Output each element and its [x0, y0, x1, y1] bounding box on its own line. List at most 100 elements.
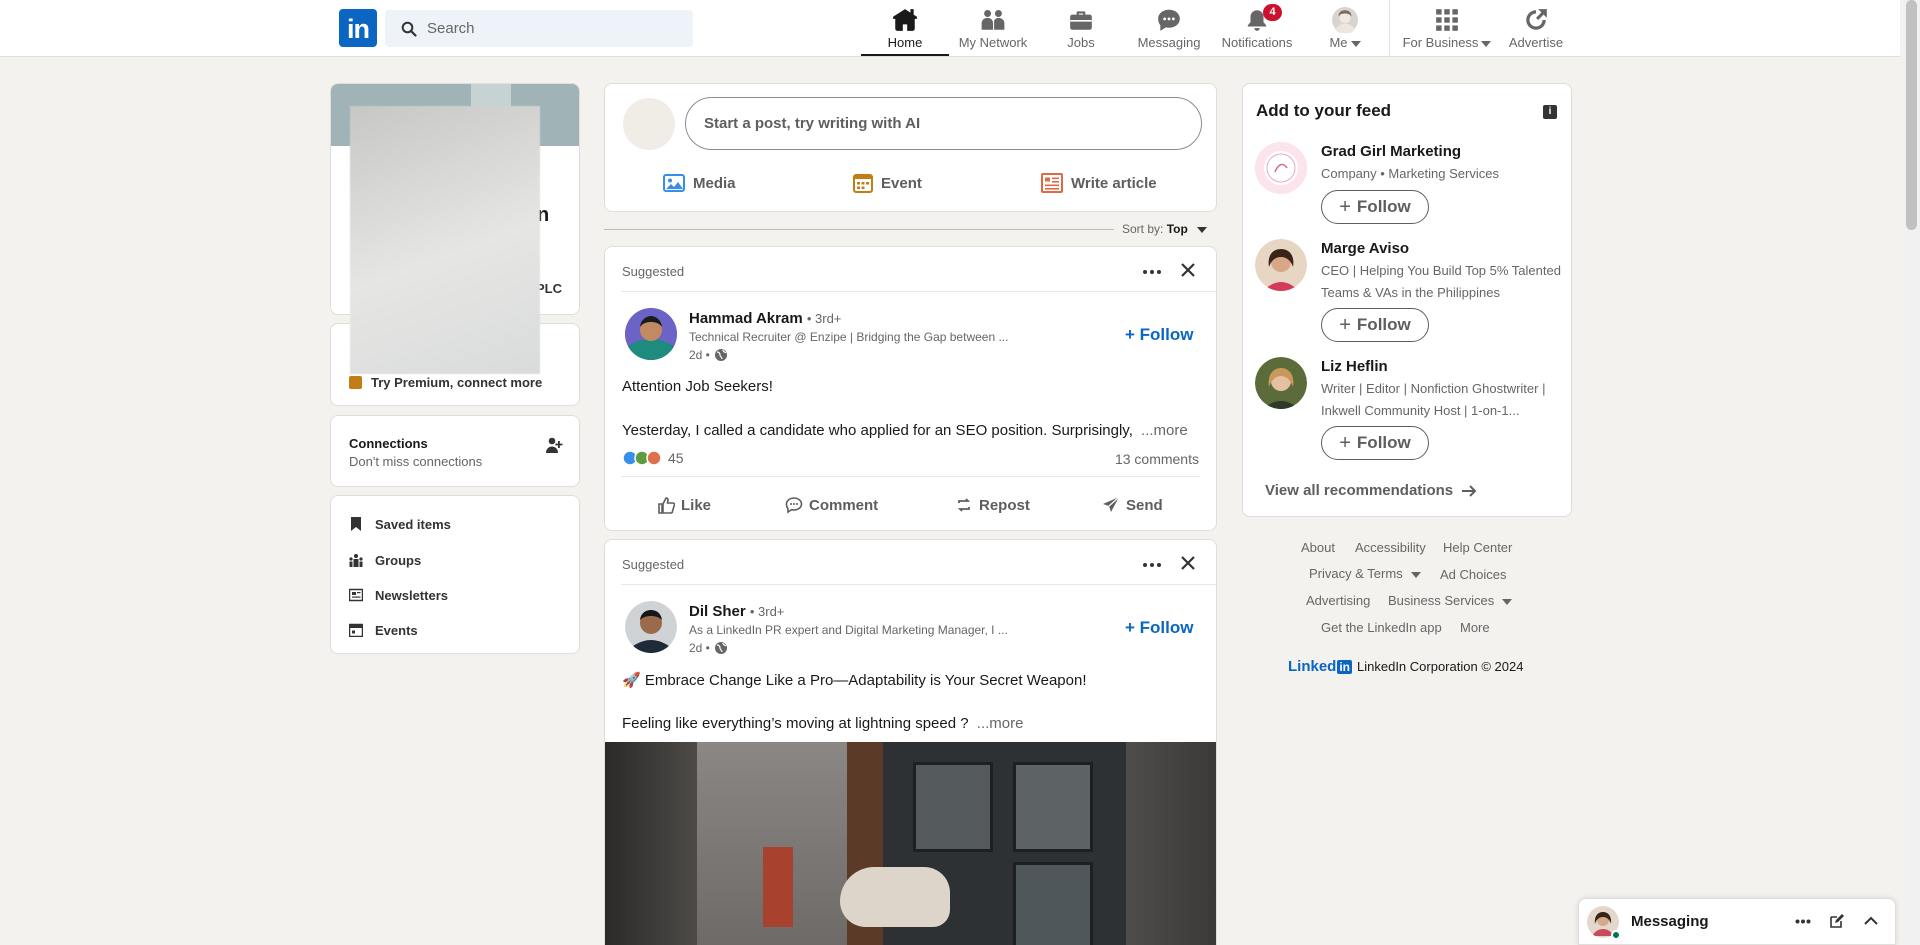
author-headline: Technical Recruiter @ Enzipe | Bridging … — [689, 330, 1009, 344]
media-label: Media — [693, 174, 736, 192]
nav-for-business[interactable]: For Business — [1395, 0, 1499, 56]
write-article-button[interactable]: Write article — [1041, 159, 1157, 207]
footer-business-services[interactable]: Business Services — [1388, 593, 1513, 608]
connections-card[interactable]: Connections Don't miss connections — [330, 415, 580, 487]
chevron-down-icon — [1350, 40, 1361, 47]
image-icon — [663, 174, 685, 192]
send-button[interactable]: Send — [1102, 482, 1163, 528]
video-letterbox — [605, 742, 697, 945]
event-button[interactable]: Event — [853, 159, 922, 207]
reactions-number: 45 — [668, 450, 684, 466]
nav-advertise[interactable]: Advertise — [1499, 0, 1573, 56]
footer-help-center[interactable]: Help Center — [1443, 540, 1512, 555]
newsletters-link[interactable]: Newsletters — [349, 585, 448, 605]
comments-count[interactable]: 13 comments — [1115, 451, 1199, 467]
author-name[interactable]: Dil Sher • 3rd+ — [689, 603, 784, 620]
follow-button[interactable]: + Follow — [1321, 308, 1429, 342]
premium-icon — [349, 376, 362, 389]
view-all-label: View all recommendations — [1265, 482, 1454, 499]
connection-degree: • 3rd+ — [806, 311, 842, 326]
messaging-dock[interactable]: Messaging — [1578, 898, 1896, 945]
rec-description: Writer | Editor | Nonfiction Ghostwriter… — [1321, 381, 1546, 418]
bookmark-icon — [351, 517, 361, 531]
sort-dropdown[interactable]: Sort by: Top — [1122, 222, 1208, 236]
rec-name[interactable]: Marge Aviso — [1321, 240, 1409, 257]
feed-post: Suggested Dil Sher • 3rd+ As a LinkedIn … — [604, 539, 1217, 945]
more-options-icon[interactable] — [1142, 562, 1162, 568]
media-button[interactable]: Media — [663, 159, 736, 207]
write-article-label: Write article — [1071, 174, 1157, 192]
rec-name[interactable]: Grad Girl Marketing — [1321, 143, 1461, 160]
events-link[interactable]: Events — [349, 620, 418, 640]
follow-button[interactable]: + Follow — [1321, 426, 1429, 460]
scrollbar-thumb[interactable] — [1906, 0, 1917, 230]
post-composer: Start a post, try writing with AI Media … — [604, 83, 1217, 212]
post-label: Suggested — [622, 557, 685, 572]
see-more-link[interactable]: ...more — [1141, 422, 1188, 439]
post-time: 2d • — [689, 641, 710, 655]
groups-link[interactable]: Groups — [349, 550, 421, 570]
premium-link[interactable]: Try Premium, connect more — [371, 375, 542, 390]
online-status-dot — [1611, 930, 1621, 940]
author-avatar[interactable] — [625, 601, 677, 653]
search-input[interactable] — [427, 10, 687, 47]
post-video[interactable] — [605, 742, 1216, 945]
add-person-icon[interactable] — [545, 436, 563, 454]
more-options-icon[interactable] — [1142, 269, 1162, 275]
follow-label: Follow — [1356, 197, 1411, 216]
close-icon[interactable] — [1180, 555, 1196, 571]
video-panel — [1013, 862, 1093, 945]
footer-get-app[interactable]: Get the LinkedIn app — [1321, 620, 1442, 635]
view-all-recommendations[interactable]: View all recommendations — [1265, 482, 1477, 499]
reactions-count[interactable]: 45 — [622, 450, 684, 466]
add-to-feed-card: Add to your feed i Grad Girl Marketing C… — [1242, 83, 1572, 517]
nav-messaging[interactable]: Messaging — [1125, 0, 1213, 56]
nav-me[interactable]: Me — [1301, 0, 1389, 56]
author-name[interactable]: Hammad Akram • 3rd+ — [689, 310, 841, 327]
footer-about[interactable]: About — [1301, 540, 1335, 555]
author-avatar[interactable] — [625, 308, 677, 360]
plus-icon: + — [1339, 314, 1351, 336]
chevron-down-icon — [1502, 598, 1513, 605]
search-icon — [401, 21, 417, 37]
info-icon[interactable]: i — [1543, 105, 1557, 119]
like-button[interactable]: Like — [657, 482, 711, 528]
composer-avatar[interactable] — [623, 98, 675, 150]
top-nav-bar: in Home My Network Jobs Messaging 4 Noti… — [0, 0, 1900, 57]
nav-home-label: Home — [887, 35, 923, 50]
chevron-up-icon[interactable] — [1863, 914, 1879, 926]
profile-photo-blurred — [350, 106, 540, 374]
nav-jobs[interactable]: Jobs — [1037, 0, 1125, 56]
footer-ad-choices[interactable]: Ad Choices — [1440, 567, 1506, 582]
linkedin-logo[interactable]: in — [339, 9, 377, 47]
groups-icon — [349, 554, 363, 567]
page-scrollbar[interactable] — [1903, 0, 1920, 945]
saved-items-link[interactable]: Saved items — [349, 514, 451, 534]
nav-notifications[interactable]: 4 Notifications — [1213, 0, 1301, 56]
repost-button[interactable]: Repost — [955, 482, 1030, 528]
nav-my-network[interactable]: My Network — [949, 0, 1037, 56]
rec-avatar[interactable] — [1255, 239, 1307, 291]
follow-button[interactable]: + Follow — [1321, 190, 1429, 224]
footer-advertising[interactable]: Advertising — [1306, 593, 1370, 608]
start-post-button[interactable]: Start a post, try writing with AI — [685, 97, 1202, 150]
follow-button[interactable]: + Follow — [1125, 325, 1193, 345]
more-options-icon[interactable] — [1795, 919, 1811, 924]
rec-avatar[interactable] — [1255, 142, 1307, 194]
footer-more[interactable]: More — [1460, 620, 1490, 635]
search-box[interactable] — [385, 10, 693, 47]
author-photo — [625, 308, 677, 360]
nav-home[interactable]: Home — [861, 0, 949, 56]
send-label: Send — [1126, 496, 1163, 514]
footer-privacy[interactable]: Privacy & Terms — [1309, 566, 1421, 581]
rec-name[interactable]: Liz Heflin — [1321, 358, 1388, 375]
footer-accessibility[interactable]: Accessibility — [1355, 540, 1426, 555]
follow-button[interactable]: + Follow — [1125, 618, 1193, 638]
copyright-text: LinkedIn Corporation © 2024 — [1357, 659, 1524, 674]
compose-icon[interactable] — [1829, 913, 1845, 929]
rec-avatar[interactable] — [1255, 357, 1307, 409]
comment-button[interactable]: Comment — [785, 482, 878, 528]
close-icon[interactable] — [1180, 262, 1196, 278]
see-more-link[interactable]: ...more — [977, 715, 1024, 732]
video-object — [763, 847, 793, 927]
